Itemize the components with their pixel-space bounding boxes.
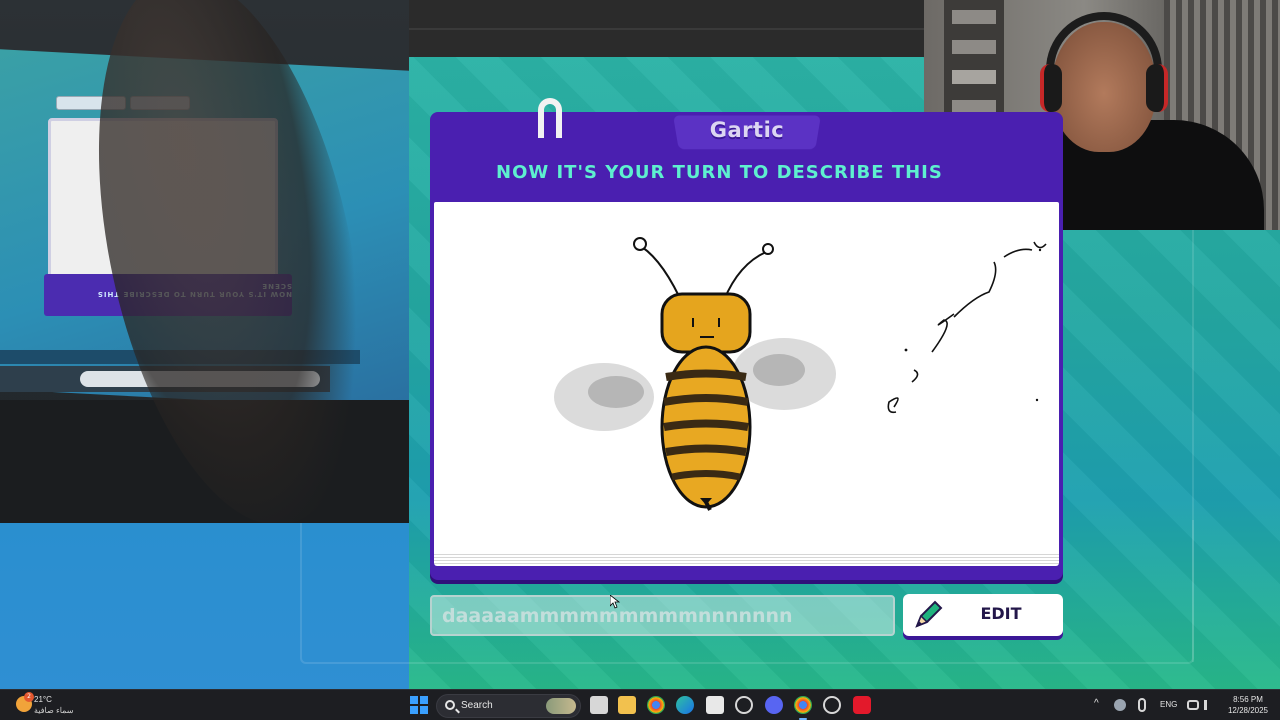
game-frame-edge	[1192, 230, 1194, 662]
drawing-canvas	[434, 202, 1059, 564]
edit-button-label: EDIT	[980, 604, 1022, 623]
recorder-icon[interactable]	[853, 696, 871, 714]
volume-icon[interactable]	[1204, 700, 1214, 710]
wing-left-shade	[588, 376, 644, 408]
discord-icon[interactable]	[765, 696, 783, 714]
microphone-icon[interactable]	[1138, 698, 1146, 712]
pencil-icon	[915, 600, 943, 628]
language-indicator[interactable]: ENG	[1160, 700, 1177, 709]
taskbar: 2 21°C سماء صافية Search ^ ENG 8:56 PM 1…	[0, 689, 1280, 720]
mouse-cursor-icon	[610, 595, 620, 609]
webcam-hands: NOW IT'S YOUR TURN TO DESCRIBE THIS SCEN…	[0, 0, 409, 523]
chrome-icon[interactable]	[647, 696, 665, 714]
gartic-logo: Gartic	[709, 118, 785, 142]
app-icon[interactable]	[735, 696, 753, 714]
browser-chrome	[409, 0, 924, 57]
search-icon	[445, 700, 455, 710]
antenna-right-tip	[762, 243, 774, 255]
scribble-text	[887, 241, 1047, 414]
start-icon[interactable]	[410, 696, 428, 714]
chrome-active-icon[interactable]	[794, 696, 812, 714]
card-hook	[538, 98, 562, 138]
instruction-heading: NOW IT'S YOUR TURN TO DESCRIBE THIS	[496, 162, 943, 183]
task-view-icon[interactable]	[590, 696, 608, 714]
chevron-up-icon[interactable]: ^	[1094, 698, 1099, 709]
display-icon[interactable]	[1187, 700, 1199, 710]
headphones	[1046, 12, 1162, 82]
tray-app-icon[interactable]	[1114, 699, 1126, 711]
bee-drawing	[554, 237, 1047, 511]
clock-date: 12/28/2025	[1227, 706, 1269, 715]
edit-button[interactable]: EDIT	[903, 594, 1063, 636]
edge-icon[interactable]	[676, 696, 694, 714]
wing-right-shade	[753, 354, 805, 386]
clock[interactable]: 8:56 PM 12/28/2025	[1222, 694, 1274, 716]
clock-time: 8:56 PM	[1233, 695, 1263, 704]
file-explorer-icon[interactable]	[618, 696, 636, 714]
weather-condition: سماء صافية	[34, 706, 74, 715]
antenna-left-tip	[633, 237, 647, 251]
search-label: Search	[461, 700, 493, 711]
headphone-left	[1040, 64, 1062, 112]
settings-icon[interactable]	[823, 696, 841, 714]
answer-input[interactable]	[430, 595, 895, 636]
headphone-right	[1146, 64, 1168, 112]
taskbar-search[interactable]: Search	[436, 694, 581, 718]
weather-widget[interactable]: 2 21°C سماء صافية	[14, 692, 84, 720]
describe-card: Gartic NOW IT'S YOUR TURN TO DESCRIBE TH…	[430, 98, 1063, 580]
store-icon[interactable]	[706, 696, 724, 714]
search-highlight-icon	[546, 698, 576, 714]
weather-temp: 21°C	[34, 695, 52, 704]
notification-badge: 2	[24, 692, 34, 702]
paper-stack-edge	[434, 552, 1059, 566]
bee-head	[660, 292, 752, 354]
